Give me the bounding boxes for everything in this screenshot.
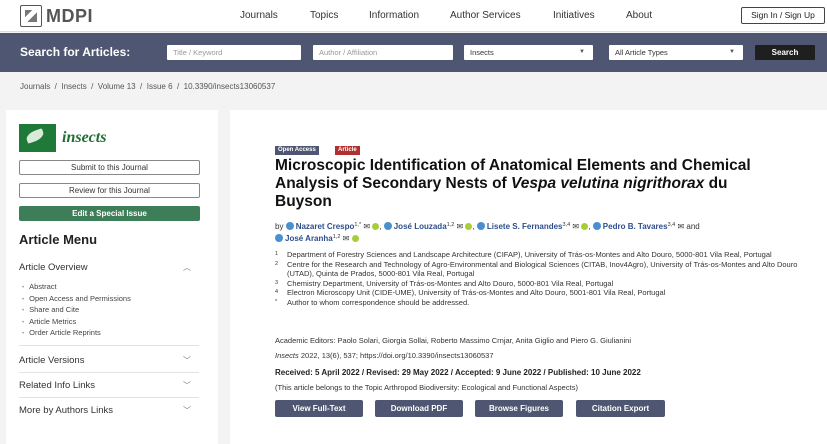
- menu-article-metrics[interactable]: Article Metrics: [22, 317, 131, 329]
- author-list: by Nazaret Crespo1,* ✉ , José Louzada1,2…: [275, 222, 700, 243]
- topic-note[interactable]: (This article belongs to the Topic Arthr…: [275, 383, 578, 392]
- breadcrumb[interactable]: Journals / Insects / Volume 13 / Issue 6…: [20, 82, 275, 91]
- top-navigation: MDPI Journals Topics Information Author …: [0, 0, 827, 32]
- orcid-icon[interactable]: [465, 223, 473, 230]
- nav-about[interactable]: About: [626, 10, 652, 21]
- orcid-icon[interactable]: [372, 223, 380, 230]
- view-full-text-button[interactable]: View Full-Text: [275, 400, 363, 417]
- article-type-value: All Article Types: [615, 48, 668, 57]
- mdpi-logo[interactable]: MDPI: [20, 5, 93, 27]
- search-button[interactable]: Search: [755, 45, 815, 60]
- sign-in-button[interactable]: Sign In / Sign Up: [741, 7, 825, 24]
- affiliations: 1 Department of Forestry Sciences and Lan…: [275, 250, 800, 307]
- author-link[interactable]: Lisete S. Fernandes: [487, 222, 563, 231]
- browse-figures-button[interactable]: Browse Figures: [475, 400, 563, 417]
- affiliation-item: 4 Electron Microscopy Unit (CIDE-UME), Un…: [275, 288, 666, 297]
- more-by-authors-label: More by Authors Links: [19, 405, 113, 416]
- logo-text: MDPI: [46, 5, 93, 26]
- affiliation-item: 2 Centre for the Research and Technology …: [275, 259, 798, 279]
- divider: [19, 345, 199, 346]
- article-overview-label: Article Overview: [19, 262, 88, 273]
- journal-name: insects: [62, 129, 107, 146]
- nav-author-services[interactable]: Author Services: [450, 10, 521, 21]
- email-icon[interactable]: ✉: [363, 222, 370, 231]
- review-journal-button[interactable]: Review for this Journal: [19, 183, 200, 198]
- author-link[interactable]: Pedro B. Tavares: [603, 222, 668, 231]
- affiliation-item: * Author to whom correspondence should be…: [275, 297, 470, 307]
- author-link[interactable]: José Aranha: [285, 234, 333, 243]
- insects-leaf-icon: [19, 124, 56, 152]
- chevron-down-icon: ﹀: [183, 356, 191, 365]
- academic-editors: Academic Editors: Paolo Solari, Giorgia …: [275, 336, 631, 345]
- nav-topics[interactable]: Topics: [310, 10, 338, 21]
- related-info-label: Related Info Links: [19, 380, 96, 391]
- overview-sub-items: Abstract Open Access and Permissions Sha…: [22, 282, 131, 340]
- article-versions-label: Article Versions: [19, 355, 85, 366]
- search-bar: Search for Articles: Title / Keyword Aut…: [0, 33, 827, 72]
- citation-export-button[interactable]: Citation Export: [576, 400, 665, 417]
- publication-dates: Received: 5 April 2022 / Revised: 29 May…: [275, 368, 641, 377]
- open-access-badge: Open Access: [275, 146, 319, 155]
- more-by-authors-section[interactable]: More by Authors Links ﹀: [19, 405, 191, 416]
- journal-select[interactable]: Insects ▼: [464, 45, 593, 60]
- author-profile-icon: [275, 234, 283, 242]
- article-panel: Open Access Article Microscopic Identifi…: [230, 110, 827, 444]
- author-profile-icon: [383, 222, 392, 230]
- email-icon[interactable]: ✉: [457, 222, 464, 231]
- chevron-down-icon: ▼: [579, 49, 585, 55]
- menu-share-cite[interactable]: Share and Cite: [22, 305, 131, 317]
- chevron-up-icon: ︿: [183, 263, 191, 272]
- nav-initiatives[interactable]: Initiatives: [553, 10, 595, 21]
- orcid-icon[interactable]: [581, 223, 589, 230]
- menu-open-access[interactable]: Open Access and Permissions: [22, 294, 131, 306]
- affiliation-item: 3 Chemistry Department, University of Trá…: [275, 278, 614, 288]
- journal-logo[interactable]: insects: [19, 124, 106, 152]
- submit-journal-button[interactable]: Submit to this Journal: [19, 160, 200, 175]
- title-keyword-input[interactable]: Title / Keyword: [167, 45, 301, 60]
- chevron-down-icon: ▼: [729, 49, 735, 55]
- author-profile-icon: [476, 222, 485, 230]
- article-type-badge: Article: [335, 146, 360, 155]
- search-label: Search for Articles:: [20, 45, 131, 59]
- divider: [19, 397, 199, 398]
- species-name: Vespa velutina nigrithorax: [511, 175, 705, 192]
- author-link[interactable]: Nazaret Crespo: [296, 222, 355, 231]
- email-icon[interactable]: ✉: [343, 234, 350, 243]
- related-info-section[interactable]: Related Info Links ﹀: [19, 380, 191, 391]
- article-title: Microscopic Identification of Anatomical…: [275, 157, 751, 210]
- article-type-select[interactable]: All Article Types ▼: [609, 45, 743, 60]
- nav-journals[interactable]: Journals: [240, 10, 278, 21]
- chevron-down-icon: ﹀: [183, 406, 191, 415]
- email-icon[interactable]: ✉: [677, 222, 684, 231]
- doi-link[interactable]: 2022, 13(6), 537; https://doi.org/10.339…: [299, 351, 494, 360]
- menu-abstract[interactable]: Abstract: [22, 282, 131, 294]
- citation-line: Insects 2022, 13(6), 537; https://doi.or…: [275, 351, 494, 360]
- sidebar: insects Submit to this Journal Review fo…: [6, 110, 218, 444]
- author-profile-icon: [592, 222, 601, 230]
- article-menu-title: Article Menu: [19, 232, 98, 247]
- email-icon[interactable]: ✉: [572, 222, 579, 231]
- divider: [19, 372, 199, 373]
- journal-select-value: Insects: [470, 48, 494, 57]
- nav-information[interactable]: Information: [369, 10, 419, 21]
- download-pdf-button[interactable]: Download PDF: [375, 400, 463, 417]
- author-profile-icon: [285, 222, 294, 230]
- orcid-icon[interactable]: [351, 235, 359, 242]
- affiliation-item: 1 Department of Forestry Sciences and Lan…: [275, 250, 772, 259]
- edit-special-issue-button[interactable]: Edit a Special Issue: [19, 206, 200, 221]
- chevron-down-icon: ﹀: [183, 381, 191, 390]
- author-link[interactable]: José Louzada: [394, 222, 447, 231]
- article-overview-section[interactable]: Article Overview ︿: [19, 262, 191, 273]
- mdpi-logo-icon: [20, 5, 42, 27]
- article-versions-section[interactable]: Article Versions ﹀: [19, 355, 191, 366]
- menu-order-reprints[interactable]: Order Article Reprints: [22, 328, 131, 340]
- author-affiliation-input[interactable]: Author / Affiliation: [313, 45, 453, 60]
